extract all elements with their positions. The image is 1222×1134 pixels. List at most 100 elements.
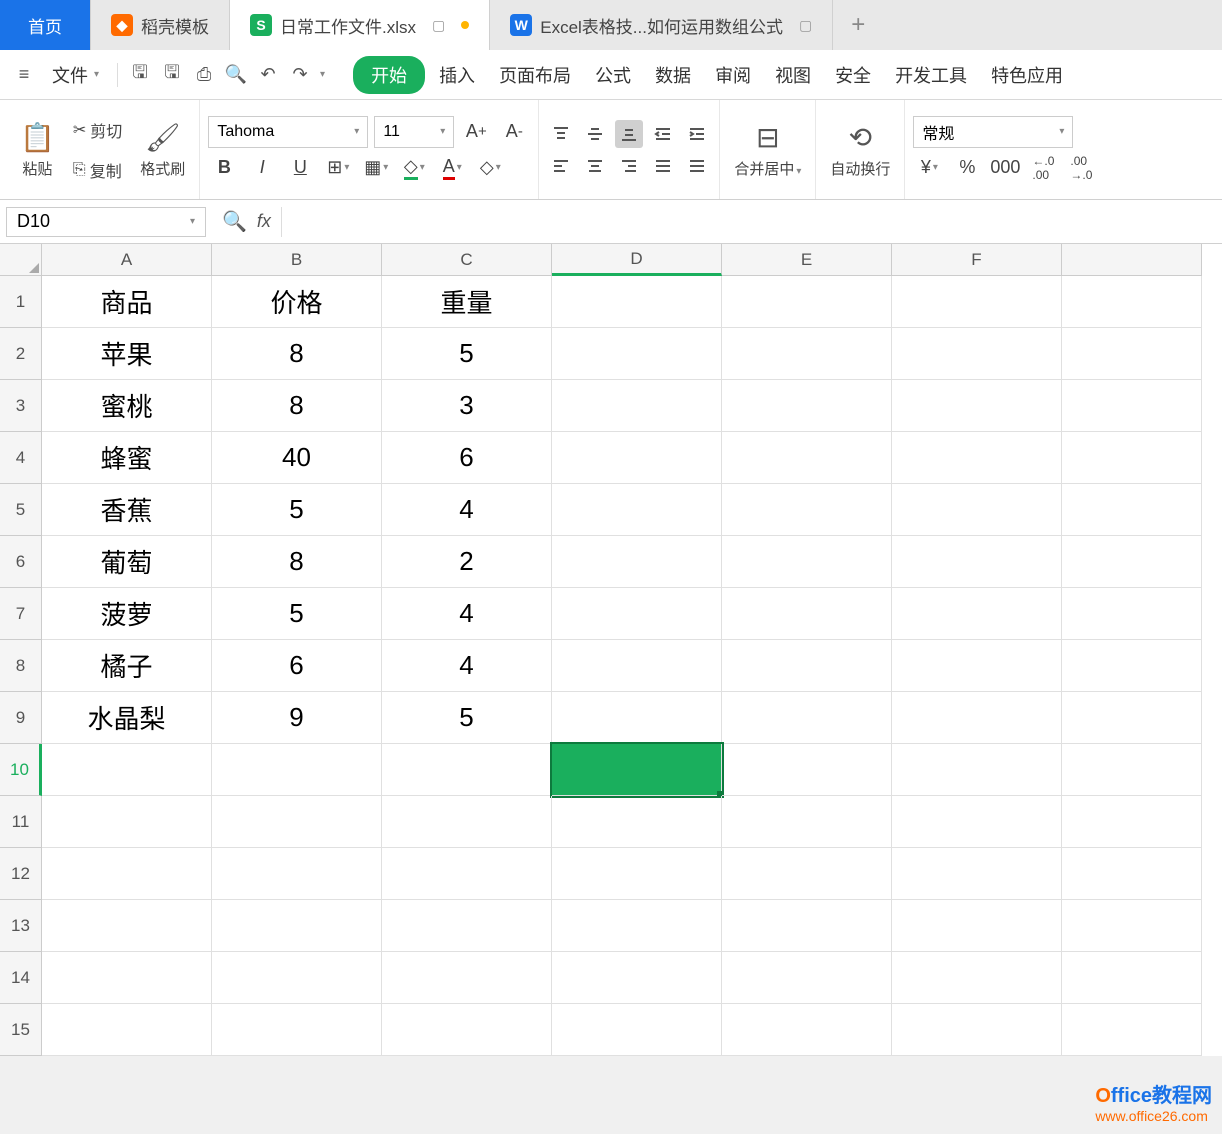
col-header-G[interactable] <box>1062 244 1202 276</box>
increase-decimal-button[interactable]: .00→.0 <box>1065 152 1097 184</box>
row-header[interactable]: 13 <box>0 900 42 952</box>
cell[interactable] <box>552 744 722 796</box>
cell[interactable]: 4 <box>382 588 552 640</box>
select-all-corner[interactable] <box>0 244 42 276</box>
align-top-button[interactable] <box>547 120 575 148</box>
ribbon-tab-review[interactable]: 审阅 <box>705 56 761 94</box>
cell[interactable] <box>1062 692 1202 744</box>
font-color-button[interactable]: A▾ <box>436 152 468 184</box>
cell[interactable] <box>1062 588 1202 640</box>
row-header[interactable]: 8 <box>0 640 42 692</box>
cell[interactable]: 菠萝 <box>42 588 212 640</box>
cell[interactable] <box>892 432 1062 484</box>
percent-button[interactable]: % <box>951 152 983 184</box>
thousands-button[interactable]: 000 <box>989 152 1021 184</box>
cell[interactable]: 8 <box>212 328 382 380</box>
border-button[interactable]: ⊞▾ <box>322 152 354 184</box>
cell[interactable]: 重量 <box>382 276 552 328</box>
cell[interactable] <box>382 1004 552 1056</box>
cell[interactable]: 6 <box>382 432 552 484</box>
cell[interactable]: 2 <box>382 536 552 588</box>
row-header[interactable]: 14 <box>0 952 42 1004</box>
print-preview-icon[interactable]: 🔍 <box>222 61 250 89</box>
font-size-select[interactable]: 11▾ <box>374 116 454 148</box>
cell[interactable]: 4 <box>382 640 552 692</box>
cell[interactable]: 8 <box>212 380 382 432</box>
ribbon-tab-data[interactable]: 数据 <box>645 56 701 94</box>
cell[interactable] <box>42 744 212 796</box>
cell[interactable] <box>552 1004 722 1056</box>
cell[interactable] <box>1062 328 1202 380</box>
cell[interactable]: 价格 <box>212 276 382 328</box>
cell[interactable] <box>722 900 892 952</box>
merge-center-button[interactable]: ⊟ 合并居中▾ <box>728 121 807 179</box>
cell[interactable] <box>552 796 722 848</box>
format-painter-button[interactable]: 🖌 格式刷 <box>134 121 191 179</box>
fill-color-button[interactable]: ◇▾ <box>398 152 430 184</box>
row-header[interactable]: 5 <box>0 484 42 536</box>
cell[interactable] <box>552 900 722 952</box>
col-header-D[interactable]: D <box>552 244 722 276</box>
cell[interactable] <box>1062 484 1202 536</box>
cell[interactable]: 蜂蜜 <box>42 432 212 484</box>
cell[interactable]: 8 <box>212 536 382 588</box>
cell[interactable] <box>1062 380 1202 432</box>
chevron-down-icon[interactable]: ▾ <box>320 69 325 80</box>
cell[interactable] <box>212 796 382 848</box>
cell[interactable] <box>1062 536 1202 588</box>
row-header[interactable]: 11 <box>0 796 42 848</box>
paste-button[interactable]: 📋 粘贴 <box>14 121 61 179</box>
cell[interactable]: 商品 <box>42 276 212 328</box>
cell[interactable] <box>722 744 892 796</box>
row-header[interactable]: 6 <box>0 536 42 588</box>
cell[interactable] <box>722 328 892 380</box>
underline-button[interactable]: U <box>284 152 316 184</box>
cell[interactable] <box>42 1004 212 1056</box>
cell[interactable]: 9 <box>212 692 382 744</box>
formula-input[interactable] <box>281 207 1212 237</box>
ribbon-tab-insert[interactable]: 插入 <box>429 56 485 94</box>
cell[interactable] <box>892 1004 1062 1056</box>
cell[interactable] <box>552 588 722 640</box>
cell[interactable] <box>892 796 1062 848</box>
window-icon[interactable]: ▢ <box>799 17 812 34</box>
row-header[interactable]: 4 <box>0 432 42 484</box>
col-header-A[interactable]: A <box>42 244 212 276</box>
cell[interactable] <box>382 952 552 1004</box>
cell[interactable] <box>212 744 382 796</box>
bold-button[interactable]: B <box>208 152 240 184</box>
align-middle-button[interactable] <box>581 120 609 148</box>
align-left-button[interactable] <box>547 152 575 180</box>
cell[interactable] <box>212 952 382 1004</box>
cell[interactable] <box>722 692 892 744</box>
tab-template[interactable]: ◆ 稻壳模板 <box>91 0 230 50</box>
cell[interactable] <box>892 952 1062 1004</box>
ribbon-tab-security[interactable]: 安全 <box>825 56 881 94</box>
cell[interactable] <box>1062 276 1202 328</box>
align-justify-button[interactable] <box>649 152 677 180</box>
row-header[interactable]: 3 <box>0 380 42 432</box>
col-header-F[interactable]: F <box>892 244 1062 276</box>
row-header[interactable]: 7 <box>0 588 42 640</box>
cell[interactable] <box>1062 900 1202 952</box>
cell[interactable] <box>1062 796 1202 848</box>
cell[interactable] <box>212 1004 382 1056</box>
row-header[interactable]: 12 <box>0 848 42 900</box>
ribbon-tab-formula[interactable]: 公式 <box>585 56 641 94</box>
number-format-select[interactable]: 常规▾ <box>913 116 1073 148</box>
col-header-B[interactable]: B <box>212 244 382 276</box>
undo-icon[interactable]: ↶ <box>254 61 282 89</box>
cell[interactable] <box>552 432 722 484</box>
cell[interactable] <box>722 484 892 536</box>
cell[interactable]: 葡萄 <box>42 536 212 588</box>
window-icon[interactable]: ▢ <box>432 17 445 34</box>
cell[interactable] <box>722 848 892 900</box>
cell[interactable] <box>1062 744 1202 796</box>
cell[interactable]: 5 <box>382 328 552 380</box>
italic-button[interactable]: I <box>246 152 278 184</box>
cell[interactable] <box>382 900 552 952</box>
tab-file-active[interactable]: S 日常工作文件.xlsx ▢ <box>230 0 490 50</box>
cell[interactable] <box>42 796 212 848</box>
cell[interactable] <box>552 640 722 692</box>
increase-font-button[interactable]: A+ <box>460 116 492 148</box>
